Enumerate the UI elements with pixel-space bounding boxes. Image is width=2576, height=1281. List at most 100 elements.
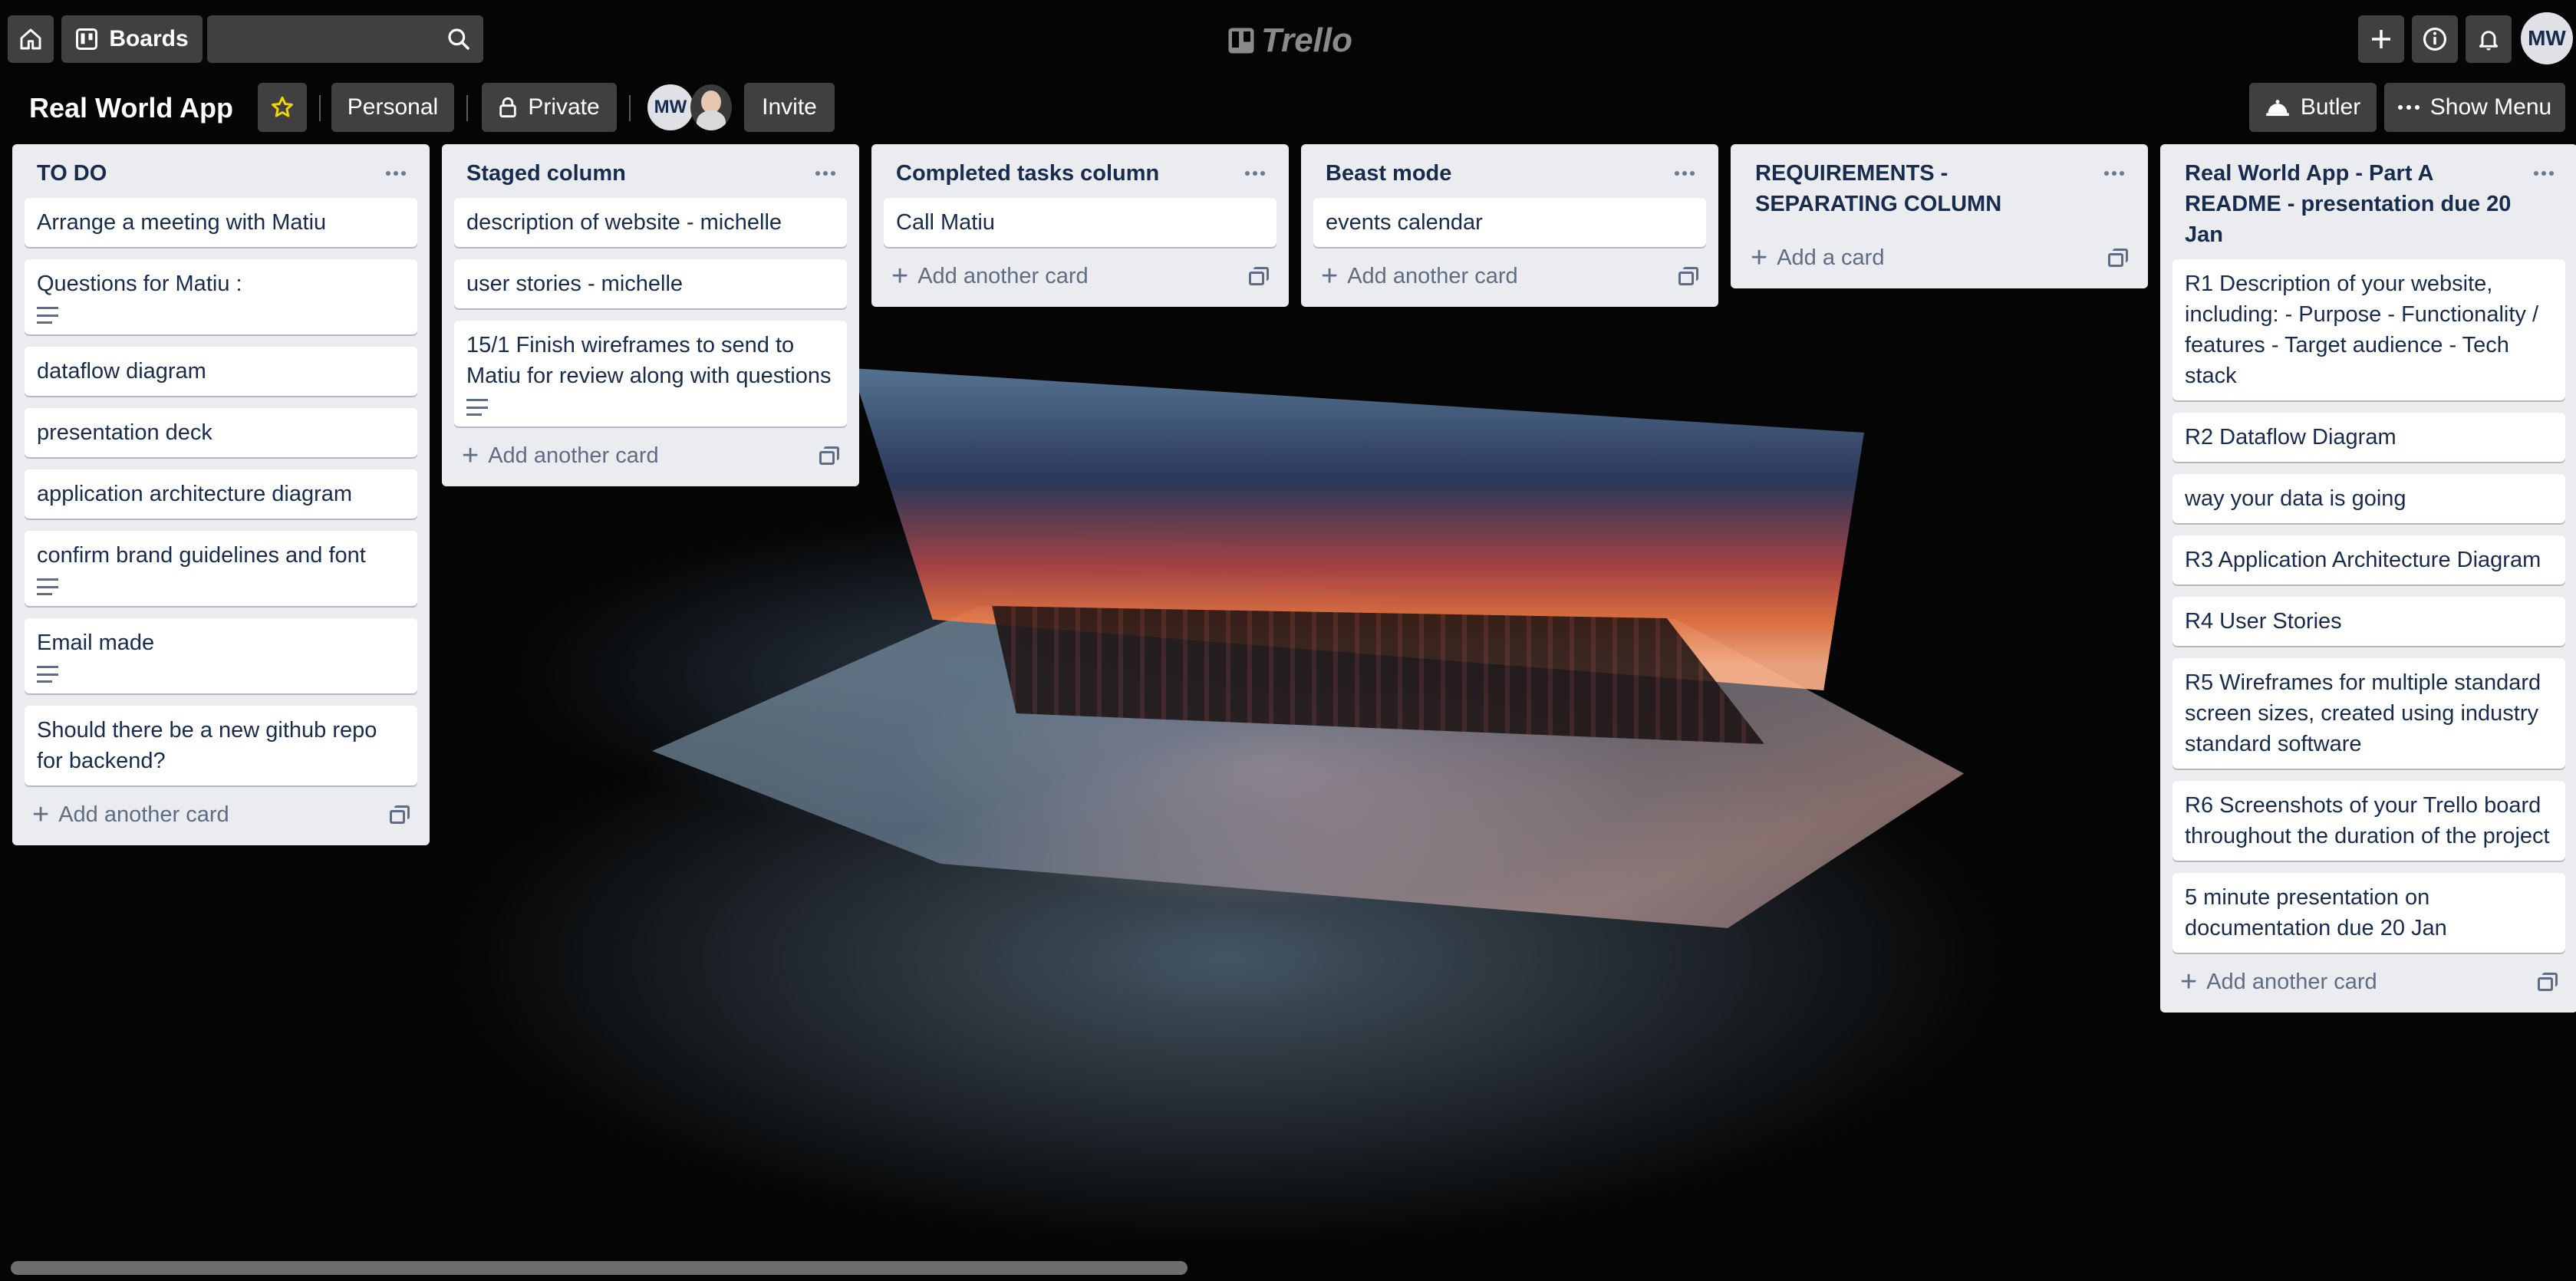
list-card[interactable]: way your data is going	[2172, 474, 2565, 523]
list-column: REQUIREMENTS - SEPARATING COLUMN + Add a…	[1731, 144, 2148, 288]
user-avatar[interactable]: MW	[2521, 12, 2573, 64]
list-card[interactable]: description of website - michelle	[454, 198, 847, 247]
list-card[interactable]: Questions for Matiu :	[25, 259, 417, 334]
horizontal-scrollbar[interactable]	[11, 1261, 1188, 1275]
header-divider	[466, 95, 468, 121]
card-title: description of website - michelle	[466, 210, 782, 235]
list-column: TO DO Arrange a meeting with Matiu Questi…	[12, 144, 430, 845]
card-template-icon[interactable]	[819, 446, 839, 465]
board-header: Real World App Personal Private MW Invit…	[0, 80, 2576, 135]
show-menu-button[interactable]: Show Menu	[2384, 83, 2565, 132]
list-card[interactable]: R1 Description of your website, includin…	[2172, 259, 2565, 400]
list-actions-button[interactable]	[1668, 158, 1701, 189]
list-card[interactable]: presentation deck	[25, 408, 417, 457]
invite-label: Invite	[762, 94, 817, 120]
description-icon	[37, 666, 58, 683]
card-title: way your data is going	[2185, 486, 2406, 511]
bell-icon	[2476, 27, 2501, 51]
card-title: confirm brand guidelines and font	[37, 543, 366, 568]
add-card-label: Add another card	[1347, 263, 1518, 288]
member-avatar[interactable]: MW	[647, 84, 693, 130]
add-card-button[interactable]: + Add a card	[1751, 243, 1884, 272]
list-card[interactable]: events calendar	[1313, 198, 1706, 247]
more-dot	[2534, 171, 2538, 176]
list-title[interactable]: REQUIREMENTS - SEPARATING COLUMN	[1743, 144, 2136, 229]
list-actions-button[interactable]	[1238, 158, 1272, 189]
trello-logo-icon	[1227, 27, 1255, 54]
team-visibility-button[interactable]: Personal	[331, 83, 454, 132]
card-template-icon[interactable]	[2108, 249, 2128, 267]
board-title[interactable]: Real World App	[29, 87, 233, 129]
card-title: 15/1 Finish wireframes to send to Matiu …	[466, 333, 832, 388]
more-dot	[1253, 171, 1257, 176]
list-actions-button[interactable]	[2097, 158, 2131, 189]
list-card[interactable]: 15/1 Finish wireframes to send to Matiu …	[454, 321, 847, 426]
list-card[interactable]: application architecture diagram	[25, 469, 417, 519]
card-title: Questions for Matiu :	[37, 272, 242, 296]
list-title-text: Completed tasks column	[896, 161, 1160, 186]
plus-icon	[2369, 27, 2393, 51]
list-card[interactable]: Call Matiu	[884, 198, 1276, 247]
list-card[interactable]: Email made	[25, 618, 417, 693]
create-button[interactable]	[2358, 15, 2404, 63]
member-avatar-photo[interactable]	[690, 84, 732, 130]
add-card-button[interactable]: + Add another card	[32, 799, 229, 831]
card-title: R2 Dataflow Diagram	[2185, 425, 2396, 450]
card-list: R1 Description of your website, includin…	[2172, 259, 2565, 953]
invite-button[interactable]: Invite	[744, 83, 835, 132]
list-card[interactable]: R4 User Stories	[2172, 597, 2565, 646]
add-card-button[interactable]: + Add another card	[462, 441, 659, 470]
add-card-button[interactable]: + Add another card	[891, 262, 1089, 291]
more-dot	[2549, 171, 2554, 176]
list-actions-button[interactable]	[2527, 158, 2561, 189]
more-dot	[386, 171, 390, 176]
trello-logo[interactable]: Trello	[1227, 21, 1352, 60]
home-icon	[18, 27, 43, 51]
notifications-button[interactable]	[2466, 15, 2512, 63]
list-card[interactable]: confirm brand guidelines and font	[25, 531, 417, 606]
list-card[interactable]: R2 Dataflow Diagram	[2172, 413, 2565, 462]
star-button[interactable]	[258, 83, 307, 132]
list-card[interactable]: 5 minute presentation on documentation d…	[2172, 873, 2565, 953]
list-card[interactable]: dataflow diagram	[25, 347, 417, 396]
card-template-icon[interactable]	[1249, 267, 1269, 285]
description-icon	[466, 399, 488, 416]
card-title: R6 Screenshots of your Trello board thro…	[2185, 793, 2550, 848]
search-input[interactable]	[207, 15, 483, 63]
plus-icon: +	[32, 799, 50, 831]
list-title[interactable]: Staged column	[454, 144, 847, 198]
privacy-button[interactable]: Private	[482, 83, 617, 132]
butler-bell-icon	[2265, 97, 2290, 117]
list-card[interactable]: Arrange a meeting with Matiu	[25, 198, 417, 247]
list-card[interactable]: Should there be a new github repo for ba…	[25, 706, 417, 785]
list-column: Beast mode events calendar + Add another…	[1301, 144, 1718, 307]
add-card-row: + Add another card	[454, 426, 847, 477]
search-icon	[446, 27, 471, 51]
boards-button[interactable]: Boards	[61, 15, 203, 63]
card-template-icon[interactable]	[390, 805, 410, 824]
information-button[interactable]	[2412, 15, 2458, 63]
add-card-label: Add another card	[488, 443, 659, 468]
list-card[interactable]: R6 Screenshots of your Trello board thro…	[2172, 781, 2565, 861]
card-title: 5 minute presentation on documentation d…	[2185, 885, 2447, 940]
list-title[interactable]: Beast mode	[1313, 144, 1706, 198]
add-card-button[interactable]: + Add another card	[1321, 262, 1518, 291]
list-card[interactable]: R5 Wireframes for multiple standard scre…	[2172, 658, 2565, 769]
card-template-icon[interactable]	[2538, 973, 2558, 991]
list-actions-button[interactable]	[809, 158, 842, 189]
list-title[interactable]: Completed tasks column	[884, 144, 1276, 198]
list-actions-button[interactable]	[379, 158, 413, 189]
list-card[interactable]: user stories - michelle	[454, 259, 847, 308]
list-card[interactable]: R3 Application Architecture Diagram	[2172, 535, 2565, 585]
home-button[interactable]	[8, 15, 54, 63]
add-card-label: Add another card	[58, 802, 229, 827]
more-dot	[394, 171, 398, 176]
card-list: Arrange a meeting with Matiu Questions fo…	[25, 198, 417, 785]
list-title[interactable]: TO DO	[25, 144, 417, 198]
card-template-icon[interactable]	[1678, 267, 1698, 285]
add-card-label: Add another card	[917, 263, 1089, 288]
card-list: description of website - michelle user st…	[454, 198, 847, 426]
butler-button[interactable]: Butler	[2249, 83, 2377, 132]
add-card-button[interactable]: + Add another card	[2180, 967, 2377, 996]
list-title[interactable]: Real World App - Part A README - present…	[2172, 144, 2565, 259]
